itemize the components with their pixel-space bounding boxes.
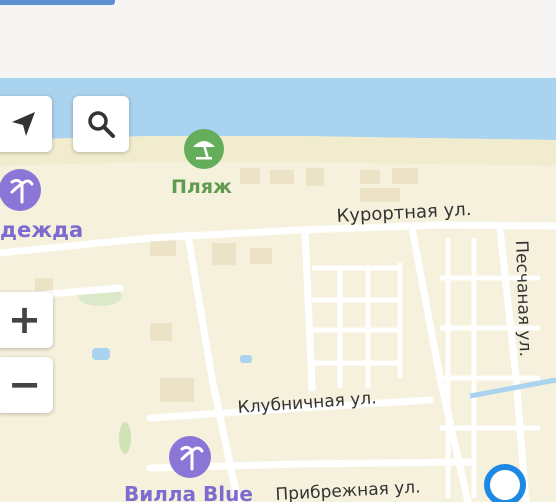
street-label-peschanaya: Песчаная ул. — [511, 240, 536, 358]
pool — [240, 355, 252, 363]
active-tab-indicator — [0, 0, 115, 5]
zoom-out-label: − — [7, 362, 42, 408]
locate-button[interactable] — [0, 96, 52, 152]
green-patch — [119, 422, 131, 454]
zoom-in-label: + — [7, 297, 42, 343]
navigation-arrow-icon — [12, 112, 35, 136]
zoom-out-button[interactable]: − — [0, 357, 53, 413]
poi-label-beach[interactable]: Пляж — [171, 176, 232, 198]
top-bar — [0, 0, 556, 78]
poi-label-villa-blue[interactable]: Вилла Blue — [124, 482, 253, 502]
poi-label-nadezhda[interactable]: дежда — [0, 218, 83, 242]
beach-umbrella-icon — [184, 129, 224, 169]
zoom-in-button[interactable]: + — [0, 292, 53, 348]
map-view[interactable]: Пляж дежда Вилла Blue Курортная ул. Песч… — [0, 78, 556, 502]
search-button[interactable] — [73, 96, 129, 152]
palm-tree-icon — [169, 436, 211, 478]
palm-tree-icon — [0, 169, 41, 211]
pool — [92, 348, 110, 360]
current-location-marker — [484, 464, 526, 502]
search-icon — [88, 111, 115, 138]
